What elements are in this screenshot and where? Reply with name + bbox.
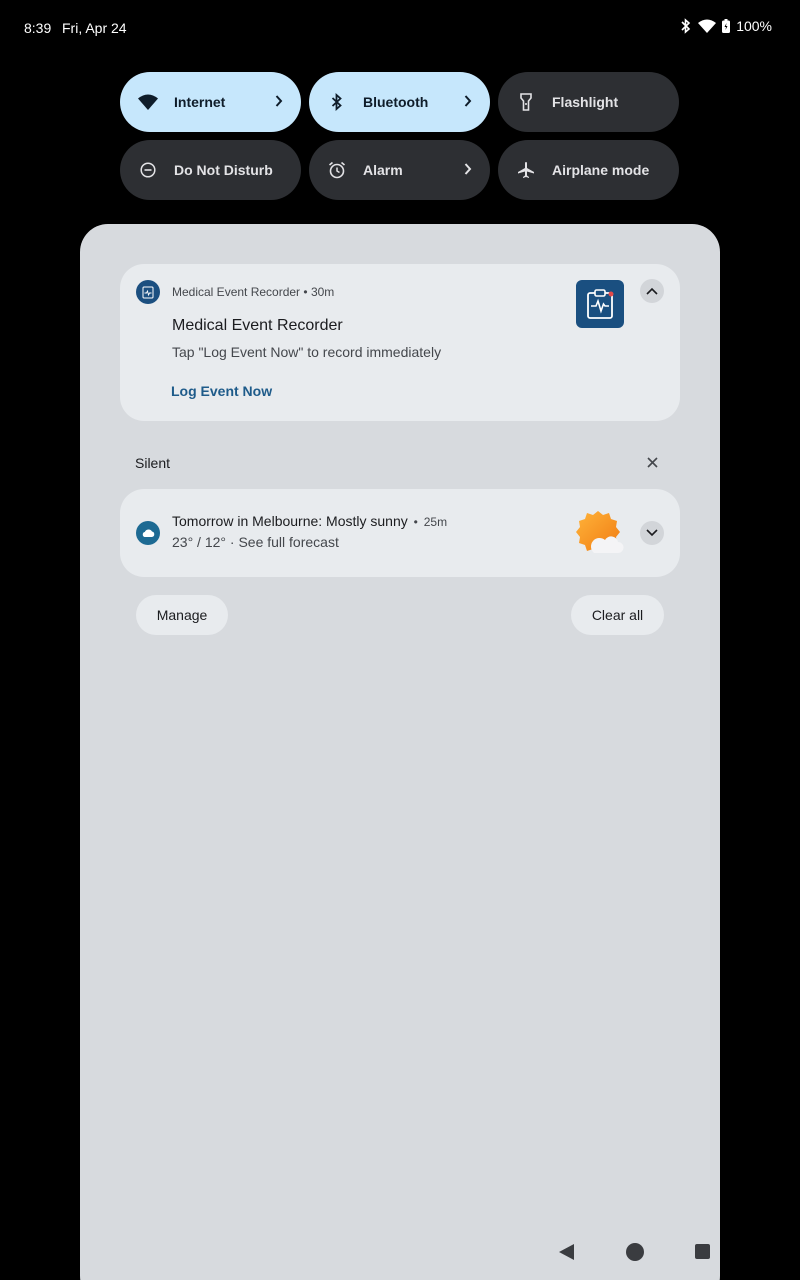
tile-do-not-disturb-label: Do Not Disturb (174, 162, 273, 178)
tile-flashlight[interactable]: Flashlight (498, 72, 679, 132)
weather-title: Tomorrow in Melbourne: Mostly sunny (172, 513, 408, 529)
tile-alarm[interactable]: Alarm (309, 140, 490, 200)
medical-notification[interactable]: Medical Event Recorder • 30m Medical Eve… (120, 264, 680, 421)
separator-dot: • (413, 515, 418, 529)
medical-app-icon (136, 280, 160, 304)
chevron-down-icon (646, 524, 658, 542)
airplane-icon (516, 160, 536, 180)
medical-clipboard-icon (576, 280, 624, 328)
status-bar: 8:39 Fri, Apr 24 100% (0, 0, 800, 56)
weather-notification[interactable]: Tomorrow in Melbourne: Mostly sunny • 25… (120, 489, 680, 577)
tile-bluetooth[interactable]: Bluetooth (309, 72, 490, 132)
weather-notification-title-row: Tomorrow in Melbourne: Mostly sunny • 25… (172, 513, 447, 529)
chevron-right-icon (464, 162, 472, 179)
chevron-right-icon (464, 94, 472, 111)
tile-flashlight-label: Flashlight (552, 94, 619, 110)
wifi-icon (698, 19, 717, 33)
notification-time: 25m (423, 515, 448, 529)
tile-alarm-label: Alarm (363, 162, 403, 178)
bluetooth-icon (680, 18, 692, 34)
tile-do-not-disturb[interactable]: Do Not Disturb (120, 140, 301, 200)
alarm-icon (327, 160, 347, 180)
status-date: Fri, Apr 24 (62, 20, 127, 36)
clear-all-button[interactable]: Clear all (571, 595, 664, 635)
chevron-up-icon (646, 282, 658, 300)
recents-icon[interactable] (695, 1244, 710, 1259)
do-not-disturb-icon (138, 160, 158, 180)
manage-button[interactable]: Manage (136, 595, 228, 635)
wifi-icon (138, 92, 158, 112)
dismiss-silent-button[interactable] (642, 454, 662, 474)
notification-time: 30m (310, 285, 335, 299)
bluetooth-icon (327, 92, 347, 112)
status-icons: 100% (680, 18, 772, 34)
silent-section-label: Silent (135, 455, 171, 471)
back-icon[interactable] (557, 1242, 577, 1262)
chevron-right-icon (275, 94, 283, 111)
collapse-button[interactable] (640, 279, 664, 303)
battery-icon (722, 19, 731, 33)
log-event-now-button[interactable]: Log Event Now (171, 383, 272, 399)
separator-dot: • (303, 285, 308, 299)
weather-forecast-text: 23° / 12° · See full forecast (172, 534, 339, 550)
tile-airplane-mode[interactable]: Airplane mode (498, 140, 679, 200)
app-name: Medical Event Recorder (172, 285, 301, 299)
battery-percentage: 100% (736, 18, 772, 34)
tile-internet-label: Internet (174, 94, 226, 110)
notification-shade: Medical Event Recorder • 30m Medical Eve… (80, 224, 720, 1280)
tile-airplane-mode-label: Airplane mode (552, 162, 650, 178)
tile-bluetooth-label: Bluetooth (363, 94, 429, 110)
close-icon (646, 455, 658, 473)
notification-text: Tap "Log Event Now" to record immediatel… (172, 344, 442, 360)
weather-app-icon (136, 521, 160, 545)
tile-internet[interactable]: Internet (120, 72, 301, 132)
home-icon[interactable] (626, 1243, 644, 1261)
medical-notification-header: Medical Event Recorder • 30m (172, 285, 334, 299)
sun-cloud-icon (576, 509, 624, 557)
status-time: 8:39 (24, 20, 52, 36)
flashlight-icon (516, 92, 536, 112)
expand-button[interactable] (640, 521, 664, 545)
notification-title: Medical Event Recorder (172, 317, 343, 334)
